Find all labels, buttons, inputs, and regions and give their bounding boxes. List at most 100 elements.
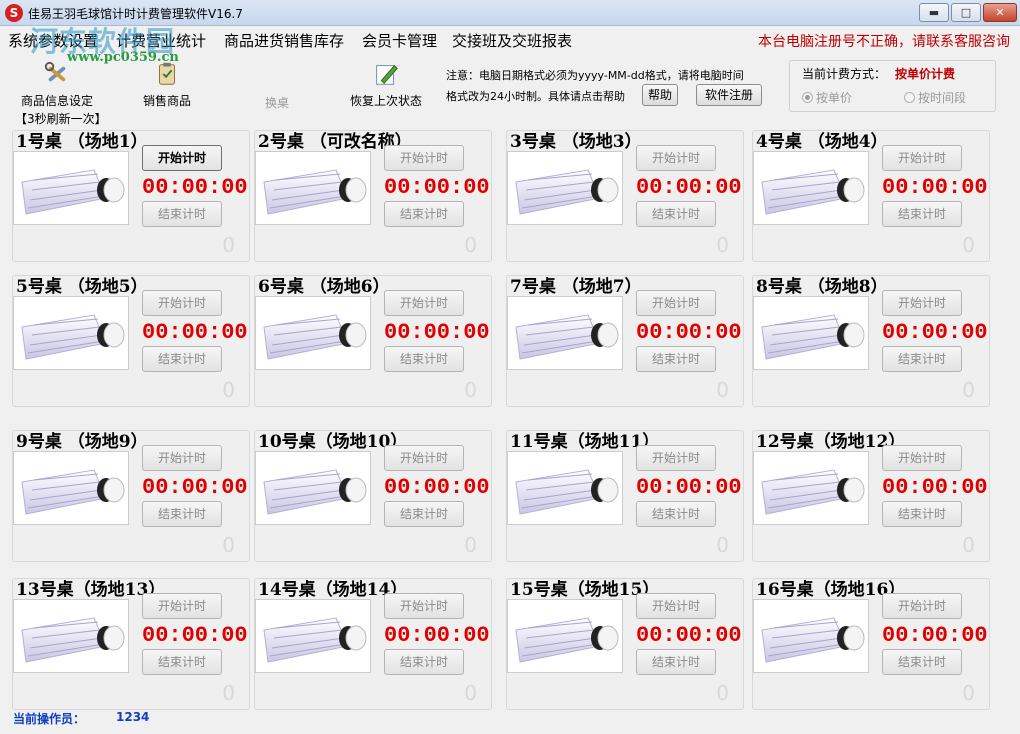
stop-timer-button[interactable]: 结束计时 [882, 501, 962, 527]
start-timer-button[interactable]: 开始计时 [142, 593, 222, 619]
start-timer-button[interactable]: 开始计时 [636, 290, 716, 316]
elapsed-time: 00:00:00 [142, 320, 248, 345]
help-button[interactable]: 帮助 [642, 84, 678, 106]
start-timer-button[interactable]: 开始计时 [142, 290, 222, 316]
stop-timer-button[interactable]: 结束计时 [636, 649, 716, 675]
stop-timer-button[interactable]: 结束计时 [384, 201, 464, 227]
table-card: 3号桌 （场地3） 开始计时 00:00:00 结束计时 0 [506, 130, 744, 262]
register-button[interactable]: 软件注册 [696, 84, 762, 106]
operator-value: 1234 [116, 710, 150, 724]
amount-display: 0 [222, 533, 235, 557]
start-timer-button[interactable]: 开始计时 [882, 290, 962, 316]
table-card: 6号桌 （场地6） 开始计时 00:00:00 结束计时 0 [254, 275, 492, 407]
table-card: 4号桌 （场地4） 开始计时 00:00:00 结束计时 0 [752, 130, 990, 262]
table-title: 5号桌 （场地5） [16, 277, 148, 297]
amount-display: 0 [716, 378, 729, 402]
radio-dot [802, 92, 813, 103]
table-card: 9号桌 （场地9） 开始计时 00:00:00 结束计时 0 [12, 430, 250, 562]
elapsed-time: 00:00:00 [882, 623, 988, 648]
amount-display: 0 [962, 378, 975, 402]
shuttlecock-icon [507, 599, 623, 673]
table-card: 16号桌（场地16） 开始计时 00:00:00 结束计时 0 [752, 578, 990, 710]
elapsed-time: 00:00:00 [882, 320, 988, 345]
restore-state-label: 恢复上次状态 [349, 94, 422, 108]
operator-label: 当前操作员： [13, 712, 86, 726]
shuttlecock-icon [13, 151, 129, 225]
table-card: 2号桌 （可改名称） 开始计时 00:00:00 结束计时 0 [254, 130, 492, 262]
table-card: 13号桌（场地13） 开始计时 00:00:00 结束计时 0 [12, 578, 250, 710]
start-timer-button[interactable]: 开始计时 [636, 593, 716, 619]
stop-timer-button[interactable]: 结束计时 [384, 501, 464, 527]
stop-timer-button[interactable]: 结束计时 [882, 201, 962, 227]
minimize-button[interactable]: ▬ [919, 3, 949, 22]
table-title: 9号桌 （场地9） [16, 432, 148, 452]
billing-mode-label: 当前计费方式： [802, 67, 887, 81]
sell-product-tool[interactable]: 销售商品 [132, 60, 202, 109]
stop-timer-button[interactable]: 结束计时 [142, 201, 222, 227]
radio-time-period[interactable]: 按时间段 [904, 89, 966, 106]
elapsed-time: 00:00:00 [636, 475, 742, 500]
elapsed-time: 00:00:00 [384, 475, 490, 500]
elapsed-time: 00:00:00 [636, 320, 742, 345]
stop-timer-button[interactable]: 结束计时 [636, 346, 716, 372]
shuttlecock-icon [255, 451, 371, 525]
amount-display: 0 [222, 378, 235, 402]
pencil-icon [376, 64, 398, 85]
shuttlecock-icon [13, 296, 129, 370]
elapsed-time: 00:00:00 [142, 623, 248, 648]
stop-timer-button[interactable]: 结束计时 [636, 501, 716, 527]
menu-inventory[interactable]: 商品进货销售库存 [224, 30, 344, 51]
change-table-label: 换桌 [264, 96, 289, 110]
start-timer-button[interactable]: 开始计时 [142, 145, 222, 171]
menu-member-card[interactable]: 会员卡管理 [362, 30, 437, 51]
amount-display: 0 [464, 378, 477, 402]
shuttlecock-icon [753, 151, 869, 225]
stop-timer-button[interactable]: 结束计时 [142, 649, 222, 675]
start-timer-button[interactable]: 开始计时 [882, 445, 962, 471]
menu-shift-report[interactable]: 交接班及交班报表 [452, 30, 572, 51]
stop-timer-button[interactable]: 结束计时 [882, 346, 962, 372]
table-card: 12号桌（场地12） 开始计时 00:00:00 结束计时 0 [752, 430, 990, 562]
close-button[interactable]: ✕ [983, 3, 1017, 22]
start-timer-button[interactable]: 开始计时 [384, 290, 464, 316]
notice-line-1: 注意：电脑日期格式必须为yyyy-MM-dd格式，请将电脑时间 [446, 69, 744, 82]
table-title: 6号桌 （场地6） [258, 277, 390, 297]
stop-timer-button[interactable]: 结束计时 [142, 501, 222, 527]
table-title: 8号桌 （场地8） [756, 277, 888, 297]
elapsed-time: 00:00:00 [636, 175, 742, 200]
stop-timer-button[interactable]: 结束计时 [142, 346, 222, 372]
elapsed-time: 00:00:00 [384, 175, 490, 200]
product-info-tool[interactable]: 商品信息设定 [14, 60, 100, 109]
refresh-label: 【3秒刷新一次】 [15, 112, 107, 126]
start-timer-button[interactable]: 开始计时 [882, 593, 962, 619]
table-card: 8号桌 （场地8） 开始计时 00:00:00 结束计时 0 [752, 275, 990, 407]
radio-unit-price-label: 按单价 [816, 91, 853, 105]
table-title: 7号桌 （场地7） [510, 277, 642, 297]
stop-timer-button[interactable]: 结束计时 [882, 649, 962, 675]
stop-timer-button[interactable]: 结束计时 [384, 649, 464, 675]
amount-display: 0 [716, 233, 729, 257]
stop-timer-button[interactable]: 结束计时 [384, 346, 464, 372]
radio-time-period-label: 按时间段 [918, 91, 967, 105]
product-info-label: 商品信息设定 [20, 94, 93, 108]
maximize-button[interactable]: □ [951, 3, 981, 22]
shuttlecock-icon [255, 296, 371, 370]
start-timer-button[interactable]: 开始计时 [384, 445, 464, 471]
stop-timer-button[interactable]: 结束计时 [636, 201, 716, 227]
radio-unit-price[interactable]: 按单价 [802, 89, 852, 106]
restore-state-tool[interactable]: 恢复上次状态 [346, 60, 426, 109]
amount-display: 0 [464, 533, 477, 557]
amount-display: 0 [962, 233, 975, 257]
start-timer-button[interactable]: 开始计时 [882, 145, 962, 171]
table-title: 4号桌 （场地4） [756, 132, 888, 152]
start-timer-button[interactable]: 开始计时 [636, 445, 716, 471]
start-timer-button[interactable]: 开始计时 [384, 145, 464, 171]
table-title: 3号桌 （场地3） [510, 132, 642, 152]
start-timer-button[interactable]: 开始计时 [384, 593, 464, 619]
start-timer-button[interactable]: 开始计时 [142, 445, 222, 471]
start-timer-button[interactable]: 开始计时 [636, 145, 716, 171]
change-table-tool[interactable]: 换桌 [252, 94, 302, 111]
amount-display: 0 [962, 533, 975, 557]
table-card: 15号桌（场地15） 开始计时 00:00:00 结束计时 0 [506, 578, 744, 710]
table-card: 5号桌 （场地5） 开始计时 00:00:00 结束计时 0 [12, 275, 250, 407]
